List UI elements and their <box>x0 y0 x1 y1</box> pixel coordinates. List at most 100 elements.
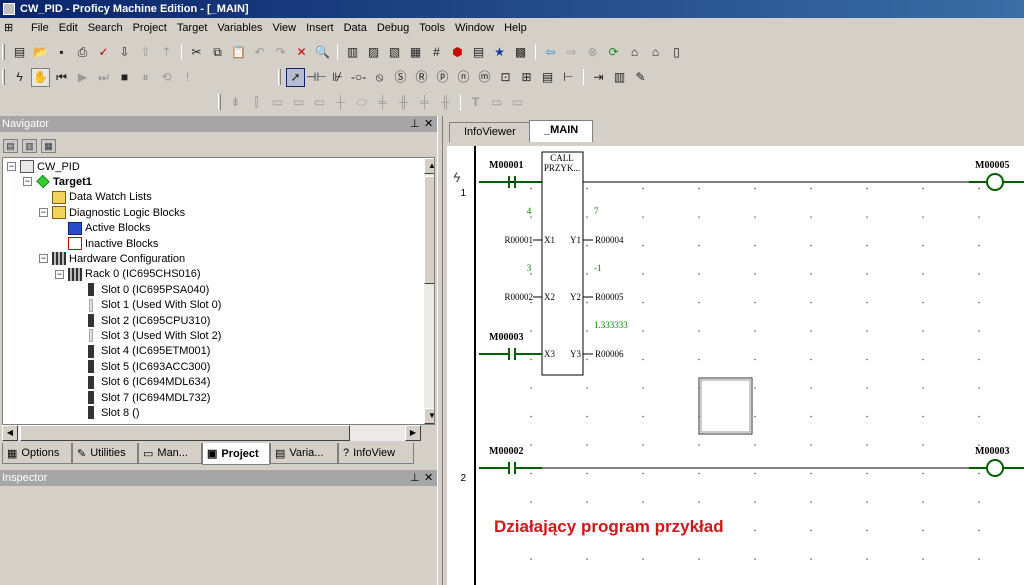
redo-icon[interactable]: ↷ <box>271 43 290 62</box>
toolbar-grip[interactable] <box>218 94 221 110</box>
refresh-icon[interactable]: ⟳ <box>604 43 623 62</box>
document-icon[interactable]: ▯ <box>667 43 686 62</box>
tree-item[interactable]: Diagnostic Logic Blocks <box>52 205 185 220</box>
select-arrow-icon[interactable]: ➚ <box>286 67 305 87</box>
menu-tools[interactable]: Tools <box>414 18 450 38</box>
menu-target[interactable]: Target <box>172 18 213 38</box>
bookmark-home-icon[interactable]: ⌂ <box>646 43 665 62</box>
undo-icon[interactable]: ↶ <box>250 43 269 62</box>
stop-icon[interactable]: ⊗ <box>583 43 602 62</box>
new-project-icon[interactable]: ▤ <box>10 43 29 62</box>
contact-shape2-icon[interactable]: ╫ <box>394 93 413 112</box>
cross-icon[interactable]: ┼ <box>331 93 350 112</box>
tab-project[interactable]: ▣ Project <box>202 443 270 465</box>
tab-utilities[interactable]: ✎ Utilities <box>72 443 138 464</box>
tree-expander[interactable]: − <box>39 254 48 264</box>
tree-item[interactable]: Slot 4 (IC695ETM001) <box>84 344 210 359</box>
stop-square-icon[interactable]: ■ <box>115 68 134 87</box>
coil-m00003[interactable] <box>986 459 1004 477</box>
function-block-icon[interactable]: ⊡ <box>496 68 515 87</box>
insert-row-icon[interactable]: ⇟ <box>226 93 245 112</box>
reference-view-icon[interactable]: ▧ <box>385 43 404 62</box>
tree-item[interactable]: Slot 8 () <box>84 405 140 420</box>
tab-infoviewer[interactable]: InfoViewer <box>449 122 531 142</box>
tab-options[interactable]: ▦ Options <box>2 443 72 464</box>
box3-icon[interactable]: ▭ <box>310 93 329 112</box>
tab-varia[interactable]: ▤ Varia... <box>270 443 338 464</box>
no-contact-icon[interactable]: ⊣⊢ <box>306 68 327 87</box>
cut-icon[interactable]: ✂ <box>187 43 206 62</box>
reset-icon[interactable]: ⟲ <box>157 68 176 87</box>
menu-edit[interactable]: Edit <box>54 18 83 38</box>
tree-item[interactable]: Slot 0 (IC695PSA040) <box>84 282 209 297</box>
call-block[interactable] <box>541 151 584 376</box>
tab-man[interactable]: ▭ Man... <box>138 443 202 464</box>
tree-expander[interactable]: − <box>55 269 64 279</box>
tree-expander[interactable]: − <box>39 208 48 218</box>
comment-icon[interactable]: ▭ <box>487 93 506 112</box>
paste-icon[interactable]: 📋 <box>229 43 248 62</box>
branch-icon[interactable]: ⊢ <box>559 68 578 87</box>
negated-coil-icon[interactable]: ⦸ <box>370 68 389 87</box>
box-icon[interactable]: ▭ <box>268 93 287 112</box>
menu-debug[interactable]: Debug <box>372 18 414 38</box>
toolbar-grip[interactable] <box>2 44 5 60</box>
box2-icon[interactable]: ▭ <box>289 93 308 112</box>
play-icon[interactable]: ▶ <box>73 68 92 87</box>
tab-main[interactable]: _MAIN <box>529 120 594 142</box>
ladder-editor[interactable]: ϟ 1 2 M00001 CALL PRZYK... M00005 4 7 X1 Y1… <box>447 146 1024 585</box>
tree-horizontal-scrollbar[interactable]: ◀ ▶ <box>2 425 421 441</box>
programmer-mode-icon[interactable]: ✋ <box>31 67 50 87</box>
tree-item[interactable]: Slot 2 (IC695CPU310) <box>84 313 210 328</box>
wire-icon[interactable]: ⇥ <box>589 68 608 87</box>
comment2-icon[interactable]: ▭ <box>508 93 527 112</box>
block-list-icon[interactable]: ▥ <box>610 68 629 87</box>
call-block-icon[interactable]: ⊞ <box>517 68 536 87</box>
open-folder-icon[interactable]: 📂 <box>31 43 50 62</box>
toolchest-icon[interactable]: ⬢ <box>448 43 467 62</box>
online-lightning-icon[interactable]: ϟ <box>10 68 29 87</box>
tree-item[interactable]: Slot 7 (IC694MDL732) <box>84 390 210 405</box>
first-icon[interactable]: ⏮ <box>52 68 71 87</box>
tree-view-icon[interactable]: ▥ <box>22 139 37 153</box>
companion-icon[interactable]: ▩ <box>511 43 530 62</box>
properties-icon[interactable]: ▦ <box>406 43 425 62</box>
download-icon[interactable]: ⇩ <box>115 43 134 62</box>
menu-project[interactable]: Project <box>128 18 172 38</box>
tree-vertical-scrollbar[interactable]: ▲ ▼ <box>424 158 434 424</box>
validate-check-icon[interactable]: ✓ <box>94 43 113 62</box>
menu-view[interactable]: View <box>267 18 301 38</box>
scroll-up-icon[interactable]: ▲ <box>424 158 434 174</box>
insert-column-icon[interactable]: ⫿ <box>247 93 266 112</box>
pin-icon[interactable]: ⊥ <box>410 116 420 132</box>
data-table-icon[interactable]: # <box>427 43 446 62</box>
back-arrow-icon[interactable]: ⇦ <box>541 43 560 62</box>
menu-insert[interactable]: Insert <box>301 18 339 38</box>
tab-infoview[interactable]: ? InfoView <box>338 443 414 464</box>
pane-splitter[interactable] <box>437 116 443 585</box>
scroll-right-icon[interactable]: ▶ <box>405 425 421 441</box>
step-icon[interactable]: ⏭ <box>94 68 113 87</box>
text-icon[interactable]: T <box>466 93 485 112</box>
menu-file[interactable]: File <box>26 18 54 38</box>
scroll-left-icon[interactable]: ◀ <box>2 425 18 441</box>
set-coil-icon[interactable]: Ⓢ <box>391 68 410 87</box>
tree-item[interactable]: Hardware Configuration <box>52 251 185 266</box>
coil-m00005[interactable] <box>986 173 1004 191</box>
tree-item[interactable]: Rack 0 (IC695CHS016) <box>68 267 201 282</box>
menu-window[interactable]: Window <box>450 18 499 38</box>
positive-coil-icon[interactable]: ⓟ <box>433 68 452 87</box>
upload-icon[interactable]: ⇧ <box>136 43 155 62</box>
contact-shape3-icon[interactable]: ╪ <box>415 93 434 112</box>
feedback-icon[interactable]: ▤ <box>469 43 488 62</box>
retentive-coil-icon[interactable]: ⓜ <box>475 68 494 87</box>
tree-item[interactable]: Slot 5 (IC693ACC300) <box>84 359 210 374</box>
inspector-icon[interactable]: ▨ <box>364 43 383 62</box>
coil-icon[interactable]: -○- <box>349 68 368 87</box>
system-menu-icon[interactable]: ⊞ <box>4 21 20 35</box>
menu-search[interactable]: Search <box>83 18 128 38</box>
tree-item[interactable]: Slot 6 (IC694MDL634) <box>84 375 210 390</box>
scroll-down-icon[interactable]: ▼ <box>424 408 434 424</box>
tree-item[interactable]: Target1 <box>36 174 92 189</box>
forward-arrow-icon[interactable]: ⇨ <box>562 43 581 62</box>
